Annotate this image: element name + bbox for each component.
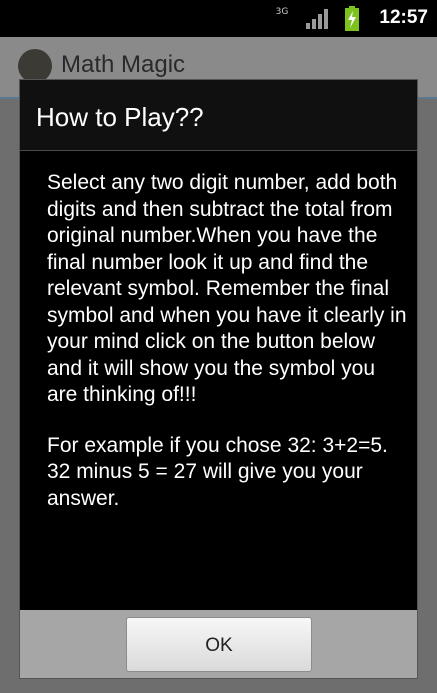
battery-charging-icon bbox=[345, 6, 359, 31]
dialog-title-bar: How to Play?? bbox=[20, 80, 417, 151]
dialog-button-bar: OK bbox=[20, 610, 417, 678]
clock: 12:57 bbox=[379, 7, 428, 28]
network-label: 3G bbox=[275, 7, 289, 17]
network-3g-icon: 3G bbox=[272, 8, 292, 28]
app-title: Math Magic bbox=[61, 51, 186, 78]
instructions-paragraph: Select any two digit number, add both di… bbox=[47, 171, 407, 406]
signal-icon bbox=[306, 9, 328, 29]
app-icon bbox=[18, 49, 52, 83]
status-bar: 3G 12:57 bbox=[0, 0, 437, 37]
how-to-play-dialog: How to Play?? Select any two digit numbe… bbox=[19, 79, 418, 679]
dialog-message: Select any two digit number, add both di… bbox=[47, 170, 407, 512]
dialog-title: How to Play?? bbox=[36, 102, 204, 132]
example-paragraph: For example if you chose 32: 3+2=5. 32 m… bbox=[47, 433, 388, 510]
ok-button[interactable]: OK bbox=[126, 617, 312, 672]
